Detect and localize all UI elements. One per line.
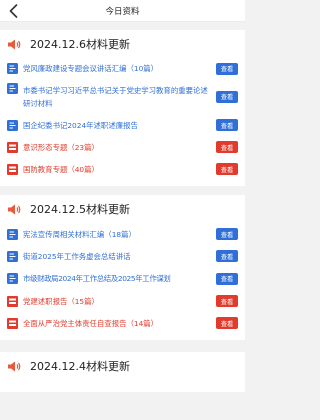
item-title[interactable]: 国企纪委书记2024年述职述廉报告: [23, 119, 216, 132]
view-button[interactable]: 查看: [216, 163, 238, 175]
view-button[interactable]: 查看: [216, 228, 238, 240]
back-arrow-icon[interactable]: [6, 3, 20, 19]
section-header: 2024.12.5材料更新: [0, 195, 245, 223]
document-icon: [7, 250, 18, 262]
speaker-icon: [8, 361, 21, 371]
item-title[interactable]: 全面从严治党主体责任自查报告（14篇）: [23, 317, 216, 330]
item-title[interactable]: 市委书记学习习近平总书记关于党史学习教育的重要论述研讨材料: [23, 84, 216, 110]
document-icon: [7, 119, 18, 131]
list-item[interactable]: 意识形态专题（23篇） 查看: [0, 136, 245, 158]
list-item[interactable]: 市级财政局2024年工作总结及2025年工作谋划 查看: [0, 267, 245, 290]
list-item[interactable]: 宪法宣传周相关材料汇编（18篇） 查看: [0, 223, 245, 245]
list-item[interactable]: 党风廉政建设专题会议讲话汇编（10篇） 查看: [0, 58, 245, 79]
list-item[interactable]: 国防教育专题（40篇） 查看: [0, 158, 245, 180]
folder-icon: [7, 295, 18, 307]
list-item[interactable]: 全面从严治党主体责任自查报告（14篇） 查看: [0, 312, 245, 334]
update-section: 2024.12.6材料更新 党风廉政建设专题会议讲话汇编（10篇） 查看 市委书…: [0, 30, 245, 186]
view-button[interactable]: 查看: [216, 119, 238, 131]
update-section: 2024.12.4材料更新: [0, 352, 245, 392]
folder-icon: [7, 163, 18, 175]
list-item[interactable]: 国企纪委书记2024年述职述廉报告 查看: [0, 114, 245, 136]
view-button[interactable]: 查看: [216, 272, 238, 285]
item-title[interactable]: 宪法宣传周相关材料汇编（18篇）: [23, 228, 216, 241]
item-title[interactable]: 党建述职报告（15篇）: [23, 295, 216, 308]
view-button[interactable]: 查看: [216, 317, 238, 329]
view-button[interactable]: 查看: [216, 295, 238, 307]
page-title: 今日资料: [105, 6, 140, 17]
view-button[interactable]: 查看: [216, 90, 238, 103]
section-date: 2024.12.5材料更新: [30, 203, 130, 216]
item-title[interactable]: 街道2025年工作务虚会总结讲话: [23, 250, 216, 263]
speaker-icon: [8, 204, 21, 214]
view-button[interactable]: 查看: [216, 250, 238, 262]
item-title[interactable]: 意识形态专题（23篇）: [23, 141, 216, 154]
folder-icon: [7, 317, 18, 329]
update-section: 2024.12.5材料更新 宪法宣传周相关材料汇编（18篇） 查看 街道2025…: [0, 195, 245, 340]
view-button[interactable]: 查看: [216, 141, 238, 153]
list-item[interactable]: 市委书记学习习近平总书记关于党史学习教育的重要论述研讨材料 查看: [0, 79, 245, 114]
document-icon: [7, 228, 18, 240]
document-icon: [7, 83, 18, 94]
section-date: 2024.12.4材料更新: [30, 360, 130, 373]
view-button[interactable]: 查看: [216, 62, 238, 75]
list-item[interactable]: 党建述职报告（15篇） 查看: [0, 290, 245, 312]
top-nav-bar: 今日资料: [0, 0, 245, 22]
section-header: 2024.12.4材料更新: [0, 352, 245, 380]
speaker-icon: [8, 39, 21, 49]
item-title[interactable]: 市级财政局2024年工作总结及2025年工作谋划: [23, 272, 216, 285]
document-icon: [7, 63, 18, 74]
document-icon: [7, 273, 18, 284]
list-item[interactable]: 街道2025年工作务虚会总结讲话 查看: [0, 245, 245, 267]
item-title[interactable]: 国防教育专题（40篇）: [23, 163, 216, 176]
folder-icon: [7, 141, 18, 153]
section-date: 2024.12.6材料更新: [30, 38, 130, 51]
section-header: 2024.12.6材料更新: [0, 30, 245, 58]
item-title[interactable]: 党风廉政建设专题会议讲话汇编（10篇）: [23, 62, 216, 75]
